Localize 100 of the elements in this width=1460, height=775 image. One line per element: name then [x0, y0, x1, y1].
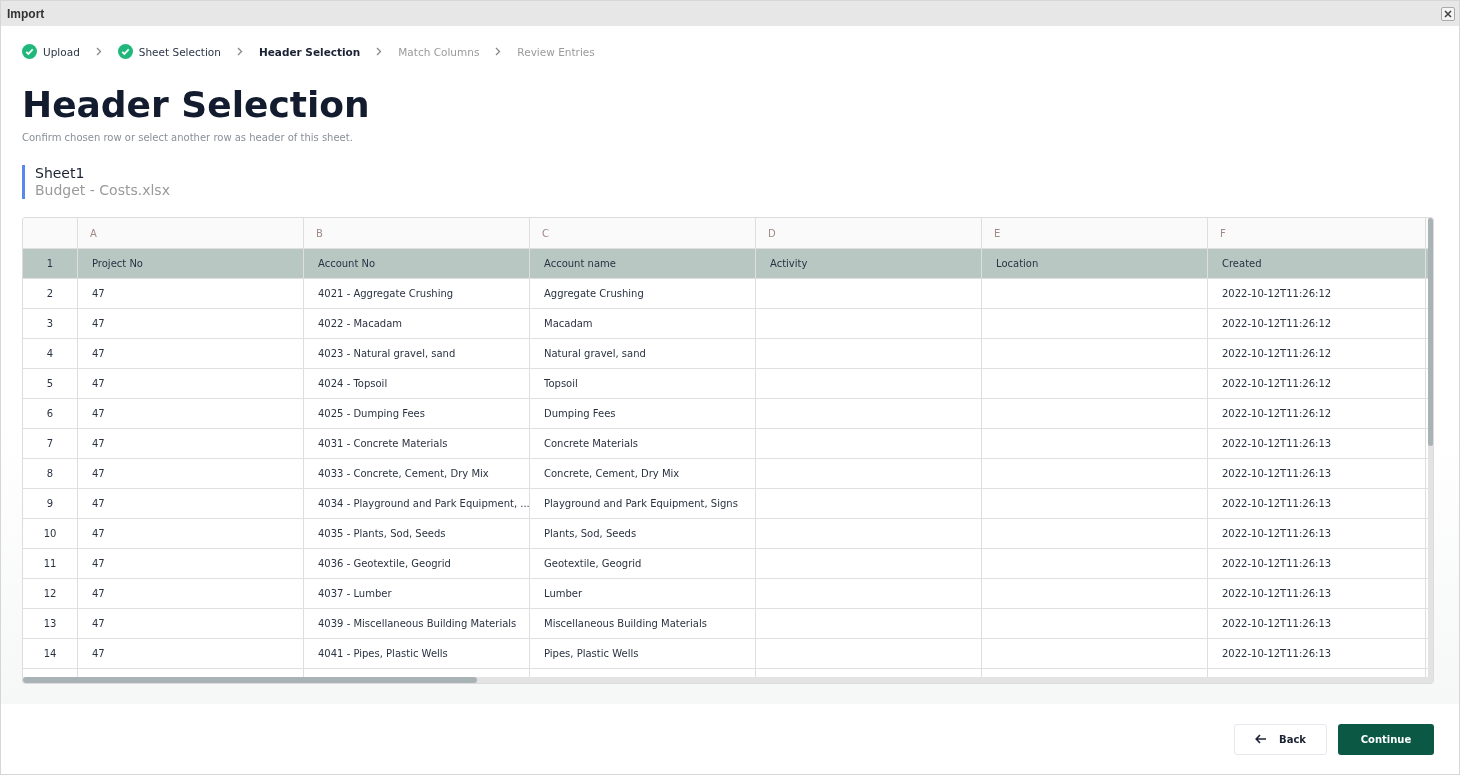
table-cell: 4023 - Natural gravel, sand: [304, 339, 530, 368]
table-cell: 2022-10-12T11:26:13: [1208, 519, 1426, 548]
table-cell: 47: [78, 489, 304, 518]
table-cell: Account name: [530, 249, 756, 278]
table-cell: 4037 - Lumber: [304, 579, 530, 608]
row-number: 8: [23, 459, 78, 488]
row-number: 6: [23, 399, 78, 428]
table-cell: Plants, Sod, Seeds: [530, 519, 756, 548]
chevron-right-icon: [376, 47, 383, 56]
table-cell: 47: [78, 639, 304, 668]
column-letter: D: [756, 218, 982, 248]
step-item[interactable]: Upload: [22, 44, 80, 59]
table-cell: Activity: [756, 249, 982, 278]
table-cell: 2022-10-12T11:26:13: [1208, 579, 1426, 608]
table-cell: 47: [78, 339, 304, 368]
table-cell: Playground and Park Equipment, Signs: [530, 489, 756, 518]
chevron-right-icon: [495, 47, 502, 56]
table-row[interactable]: 9 47 4034 - Playground and Park Equipment, ... Playground and Park Equipment, Signs 2022-10-12T11:26:13: [23, 489, 1428, 519]
row-number: 5: [23, 369, 78, 398]
back-button[interactable]: Back: [1234, 723, 1327, 755]
table-row[interactable]: 8 47 4033 - Concrete, Cement, Dry Mix Concrete, Cement, Dry Mix 2022-10-12T11:26:13: [23, 459, 1428, 489]
table-cell: 47: [78, 609, 304, 638]
table-row[interactable]: 7 47 4031 - Concrete Materials Concrete Materials 2022-10-12T11:26:13: [23, 429, 1428, 459]
table-row[interactable]: 6 47 4025 - Dumping Fees Dumping Fees 2022-10-12T11:26:12: [23, 399, 1428, 429]
row-number: 11: [23, 549, 78, 578]
table-cell: Location: [982, 249, 1208, 278]
table-cell: Topsoil: [530, 369, 756, 398]
table-cell: Project No: [78, 249, 304, 278]
chevron-right-icon: [236, 47, 243, 56]
page-heading: Header Selection: [22, 83, 371, 127]
close-icon: [1444, 9, 1452, 18]
table-cell: 4036 - Geotextile, Geogrid: [304, 549, 530, 578]
table-cell: 47: [78, 309, 304, 338]
step-item[interactable]: Header Selection: [258, 45, 361, 58]
table-cell: Lumber: [530, 579, 756, 608]
table-cell: 2022-10-12T11:26:13: [1208, 489, 1426, 518]
table-cell: 4041 - Pipes, Plastic Wells: [304, 639, 530, 668]
sheet-name: Sheet1: [35, 165, 86, 182]
table-cell: 2022-10-12T11:26:12: [1208, 309, 1426, 338]
continue-button[interactable]: Continue: [1338, 723, 1434, 755]
row-number: 7: [23, 429, 78, 458]
table-cell: 47: [78, 279, 304, 308]
table-cell: 2022-10-12T11:26:12: [1208, 279, 1426, 308]
table-cell: Created: [1208, 249, 1426, 278]
table-cell: 2022-10-12T11:26:13: [1208, 429, 1426, 458]
table-cell: 2022-10-12T11:26:12: [1208, 369, 1426, 398]
table-cell: 2022-10-12T11:26:13: [1208, 609, 1426, 638]
row-number: 9: [23, 489, 78, 518]
table-row[interactable]: 10 47 4035 - Plants, Sod, Seeds Plants, Sod, Seeds 2022-10-12T11:26:13: [23, 519, 1428, 549]
table-cell: 2022-10-12T11:26:13: [1208, 639, 1426, 668]
table-cell: Natural gravel, sand: [530, 339, 756, 368]
row-number: 2: [23, 279, 78, 308]
table-row[interactable]: 2 47 4021 - Aggregate Crushing Aggregate Crushing 2022-10-12T11:26:12: [23, 279, 1428, 309]
table-row[interactable]: 14 47 4041 - Pipes, Plastic Wells Pipes, Plastic Wells 2022-10-12T11:26:13: [23, 639, 1428, 669]
table-cell: 2022-10-12T11:26:13: [1208, 459, 1426, 488]
table-cell: 4022 - Macadam: [304, 309, 530, 338]
table-row[interactable]: 5 47 4024 - Topsoil Topsoil 2022-10-12T11:26:12: [23, 369, 1428, 399]
table-row[interactable]: 12 47 4037 - Lumber Lumber 2022-10-12T11:26:13: [23, 579, 1428, 609]
row-number: 12: [23, 579, 78, 608]
vertical-scrollbar[interactable]: [1428, 218, 1433, 677]
table-row[interactable]: 3 47 4022 - Macadam Macadam 2022-10-12T11:26:12: [23, 309, 1428, 339]
row-number: 13: [23, 609, 78, 638]
row-number: 10: [23, 519, 78, 548]
table-cell: 4025 - Dumping Fees: [304, 399, 530, 428]
table-cell: Concrete, Cement, Dry Mix: [530, 459, 756, 488]
row-number: 1: [23, 249, 78, 278]
table-cell: 4034 - Playground and Park Equipment, ...: [304, 489, 530, 518]
column-letter: B: [304, 218, 530, 248]
table-row[interactable]: 4 47 4023 - Natural gravel, sand Natural gravel, sand 2022-10-12T11:26:12: [23, 339, 1428, 369]
column-letter: E: [982, 218, 1208, 248]
step-item[interactable]: Sheet Selection: [117, 44, 221, 59]
table-cell: 2022-10-12T11:26:13: [1208, 549, 1426, 578]
table-cell: 47: [78, 549, 304, 578]
window-title: Import: [7, 6, 45, 21]
column-letter: A: [78, 218, 304, 248]
table-cell: Account No: [304, 249, 530, 278]
check-circle-icon: [117, 44, 133, 59]
table-cell: Miscellaneous Building Materials: [530, 609, 756, 638]
table-cell: 4039 - Miscellaneous Building Materials: [304, 609, 530, 638]
table-cell: Aggregate Crushing: [530, 279, 756, 308]
table-cell: Macadam: [530, 309, 756, 338]
table-cell: 2022-10-12T11:26:12: [1208, 339, 1426, 368]
table-cell: 47: [78, 429, 304, 458]
row-number: 3: [23, 309, 78, 338]
table-row[interactable]: 1 Project No Account No Account name Activity Location Created: [23, 249, 1428, 279]
table-row[interactable]: 13 47 4039 - Miscellaneous Building Materials Miscellaneous Building Materials 2022-10-12T11:26:13: [23, 609, 1428, 639]
table-cell: 4024 - Topsoil: [304, 369, 530, 398]
close-button[interactable]: [1441, 6, 1455, 21]
page-subtitle: Confirm chosen row or select another row as header of this sheet.: [22, 132, 354, 143]
horizontal-scrollbar[interactable]: [23, 677, 1433, 683]
table-cell: 4031 - Concrete Materials: [304, 429, 530, 458]
chevron-right-icon: [95, 47, 102, 56]
table-row[interactable]: 11 47 4036 - Geotextile, Geogrid Geotextile, Geogrid 2022-10-12T11:26:13: [23, 549, 1428, 579]
table-cell: Pipes, Plastic Wells: [530, 639, 756, 668]
table-cell: 4033 - Concrete, Cement, Dry Mix: [304, 459, 530, 488]
table-cell: 47: [78, 369, 304, 398]
row-number: 4: [23, 339, 78, 368]
table-cell: 47: [78, 459, 304, 488]
table-cell: Dumping Fees: [530, 399, 756, 428]
row-number: 14: [23, 639, 78, 668]
